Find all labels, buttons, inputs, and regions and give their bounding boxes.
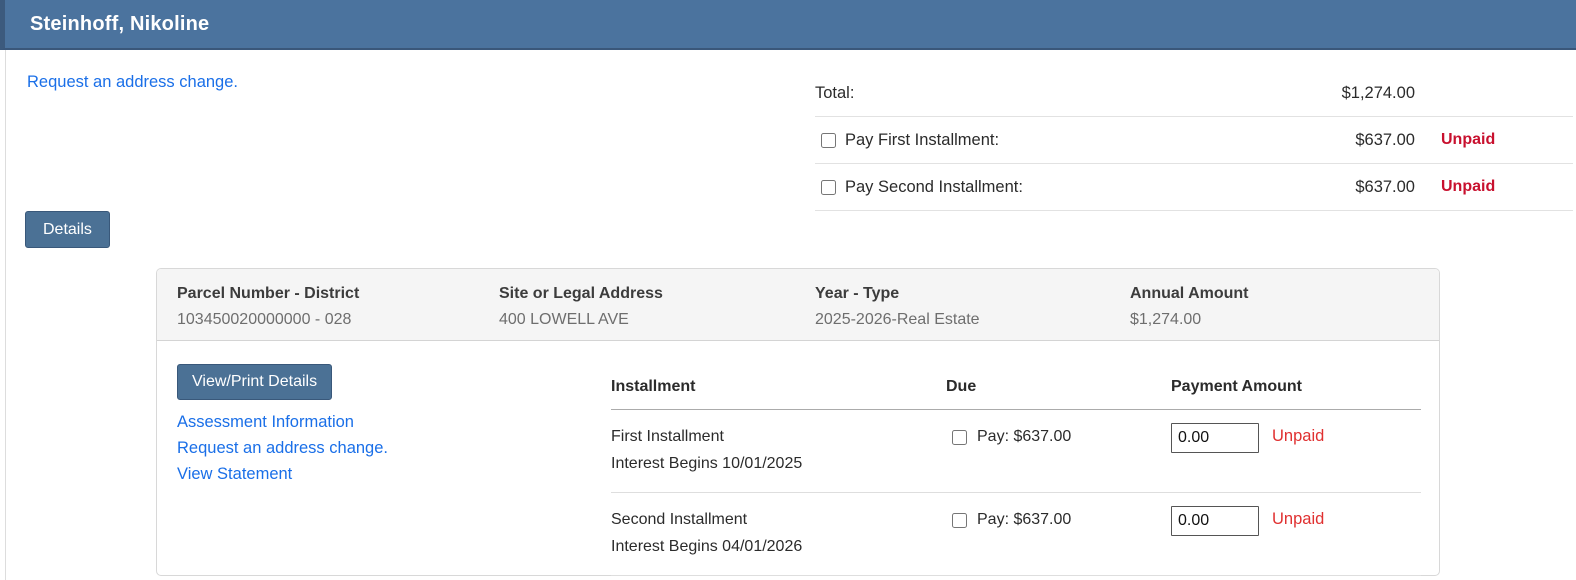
installments-table-header: Installment Due Payment Amount [611,341,1421,410]
site-address-label: Site or Legal Address [499,284,815,303]
installments-table: Installment Due Payment Amount First Ins… [611,341,1421,576]
details-button[interactable]: Details [25,211,110,248]
installment-interest-note: Interest Begins 10/01/2025 [611,450,946,477]
summary-total-row: Total: $1,274.00 [815,70,1573,117]
year-type-value: 2025-2026-Real Estate [815,310,1130,329]
row-status-badge: Unpaid [1272,510,1324,529]
year-type-label: Year - Type [815,284,1130,303]
parcel-card-header: Parcel Number - District 103450020000000… [157,269,1439,341]
taxpayer-name-title: Steinhoff, Nikoline [5,13,209,36]
assessment-information-link[interactable]: Assessment Information [177,409,388,435]
table-row: First Installment Interest Begins 10/01/… [611,410,1421,493]
installment-column-header: Installment [611,378,946,396]
parcel-number-value: 103450020000000 - 028 [177,310,499,329]
first-installment-status-badge: Unpaid [1415,131,1573,149]
total-label: Total: [815,84,854,103]
payment-amount-column-header: Payment Amount [1171,378,1421,396]
parcel-number-label: Parcel Number - District [177,284,499,303]
pay-first-installment-label: Pay First Installment: [845,131,999,150]
pay-second-installment-label: Pay Second Installment: [845,178,1023,197]
payment-summary: Total: $1,274.00 Pay First Installment: … [815,70,1573,211]
view-print-details-button[interactable]: View/Print Details [177,364,332,400]
parcel-card-body: View/Print Details Assessment Informatio… [157,341,1439,576]
table-row: Second Installment Interest Begins 04/01… [611,493,1421,576]
pay-first-installment-checkbox[interactable] [821,133,836,148]
site-address-column: Site or Legal Address 400 LOWELL AVE [499,284,815,340]
parcel-card: Parcel Number - District 103450020000000… [156,268,1440,576]
installment-name: First Installment [611,423,946,450]
row-due-amount: Pay: $637.00 [977,509,1071,531]
parcel-card-links: Assessment Information Request an addres… [177,409,388,487]
due-column-header: Due [946,378,1171,396]
page: Steinhoff, Nikoline Request an address c… [0,0,1576,580]
request-address-change-link[interactable]: Request an address change. [27,73,238,92]
row-due-amount: Pay: $637.00 [977,426,1071,448]
view-statement-link[interactable]: View Statement [177,461,388,487]
annual-amount-column: Annual Amount $1,274.00 [1130,284,1249,340]
site-address-value: 400 LOWELL AVE [499,310,815,329]
pay-second-installment-checkbox[interactable] [821,180,836,195]
page-left-border [5,50,6,580]
total-amount: $1,274.00 [1295,84,1415,103]
annual-amount-value: $1,274.00 [1130,310,1249,329]
annual-amount-label: Annual Amount [1130,284,1249,303]
request-address-change-card-link[interactable]: Request an address change. [177,435,388,461]
second-installment-status-badge: Unpaid [1415,178,1573,196]
taxpayer-header-bar: Steinhoff, Nikoline [0,0,1576,50]
year-type-column: Year - Type 2025-2026-Real Estate [815,284,1130,340]
installment-name: Second Installment [611,506,946,533]
row-pay-checkbox[interactable] [952,513,967,528]
row-status-badge: Unpaid [1272,427,1324,446]
payment-amount-input[interactable] [1171,423,1259,453]
parcel-number-column: Parcel Number - District 103450020000000… [177,284,499,340]
installment-interest-note: Interest Begins 04/01/2026 [611,533,946,560]
summary-second-installment-row: Pay Second Installment: $637.00 Unpaid [815,164,1573,211]
payment-amount-input[interactable] [1171,506,1259,536]
second-installment-amount: $637.00 [1295,178,1415,197]
first-installment-amount: $637.00 [1295,131,1415,150]
summary-first-installment-row: Pay First Installment: $637.00 Unpaid [815,117,1573,164]
row-pay-checkbox[interactable] [952,430,967,445]
